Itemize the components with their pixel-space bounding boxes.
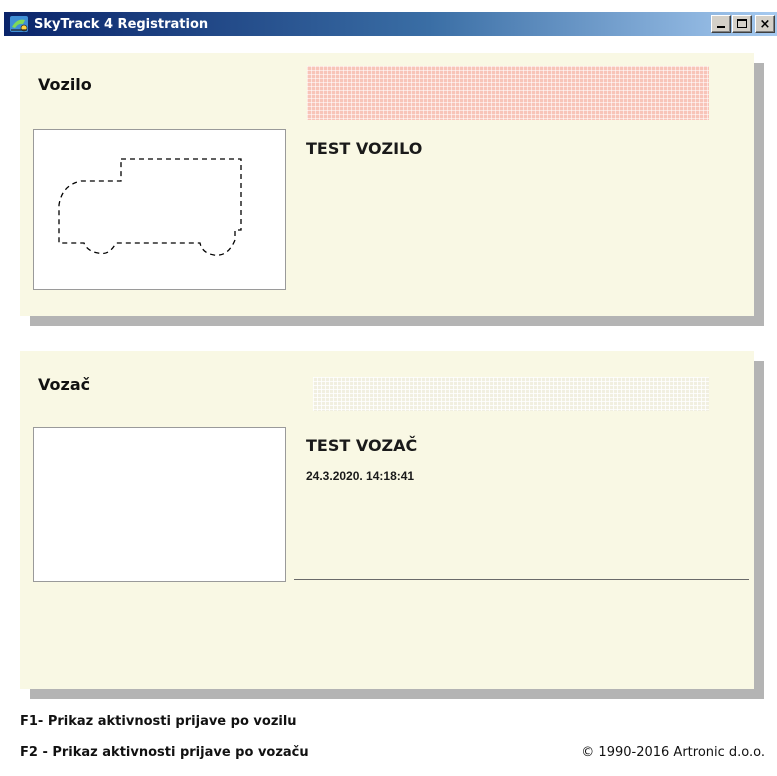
app-icon bbox=[10, 16, 28, 32]
window-controls: × bbox=[710, 15, 775, 33]
driver-login-datetime: 24.3.2020. 14:18:41 bbox=[306, 469, 415, 483]
close-icon: × bbox=[759, 16, 771, 32]
vehicle-plate-display bbox=[307, 66, 709, 120]
hint-f1: F1- Prikaz aktivnosti prijave po vozilu bbox=[20, 714, 297, 729]
driver-heading: Vozač bbox=[38, 375, 91, 394]
truck-outline-icon bbox=[58, 158, 242, 256]
close-button[interactable]: × bbox=[755, 15, 775, 33]
maximize-icon bbox=[737, 19, 747, 28]
minimize-icon bbox=[717, 26, 725, 28]
vehicle-name: TEST VOZILO bbox=[306, 139, 423, 158]
window-title: SkyTrack 4 Registration bbox=[34, 16, 209, 32]
maximize-button[interactable] bbox=[732, 15, 752, 33]
vehicle-photo bbox=[33, 129, 286, 290]
driver-divider bbox=[294, 579, 749, 580]
title-bar[interactable]: SkyTrack 4 Registration × bbox=[4, 12, 777, 36]
copyright-text: © 1990-2016 Artronic d.o.o. bbox=[581, 745, 765, 760]
driver-card-display bbox=[313, 377, 709, 411]
minimize-button[interactable] bbox=[711, 15, 731, 33]
vehicle-panel: Vozilo TEST VOZILO bbox=[20, 53, 754, 316]
driver-name: TEST VOZAČ bbox=[306, 436, 418, 455]
vehicle-heading: Vozilo bbox=[38, 75, 92, 94]
hint-f2: F2 - Prikaz aktivnosti prijave po vozaču bbox=[20, 745, 309, 760]
driver-photo bbox=[33, 427, 286, 582]
driver-panel: Vozač TEST VOZAČ 24.3.2020. 14:18:41 bbox=[20, 351, 754, 689]
